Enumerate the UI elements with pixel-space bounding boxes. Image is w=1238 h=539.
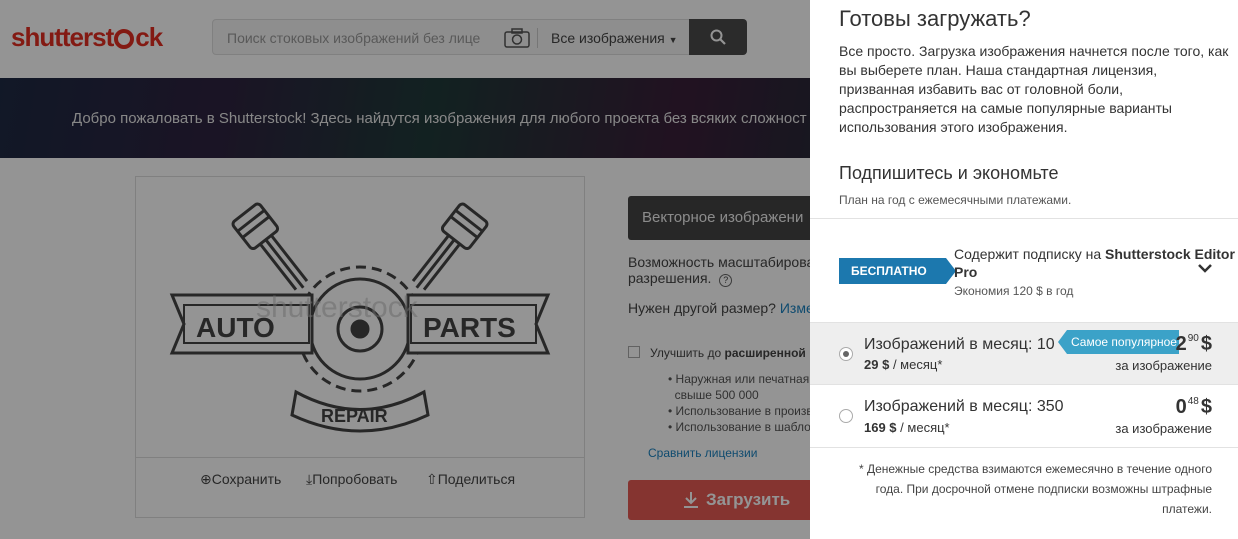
subscribe-title: Подпишитесь и экономьте: [839, 163, 1059, 183]
free-badge: БЕСПЛАТНО: [839, 258, 956, 284]
subscribe-note: План на год с ежемесячными платежами.: [839, 193, 1072, 207]
plan-radio-selected[interactable]: [839, 347, 853, 361]
modal-backdrop[interactable]: [0, 0, 810, 539]
plan-monthly-price: 169 $ / месяц*: [864, 420, 950, 435]
plan-option-350[interactable]: Изображений в месяц: 350 169 $ / месяц* …: [810, 384, 1238, 448]
plan-radio[interactable]: [839, 409, 853, 423]
plan-name: Изображений в месяц: 10: [864, 336, 1055, 353]
divider: [810, 218, 1238, 219]
panel-title: Готовы загружать?: [839, 6, 1031, 31]
panel-description: Все просто. Загрузка изображения начнетс…: [839, 43, 1229, 135]
plan-name: Изображений в месяц: 350: [864, 398, 1064, 415]
plan-option-10[interactable]: Изображений в месяц: 10 29 $ / месяц* Са…: [810, 322, 1238, 384]
per-image-price: 290 $: [1175, 333, 1212, 355]
billing-footnote: * Денежные средства взимаются ежемесячно…: [858, 462, 1212, 516]
per-image-label: за изображение: [1115, 421, 1212, 436]
editor-pro-info: Содержит подписку на Shutterstock Editor…: [954, 246, 1235, 280]
editor-savings: Экономия 120 $ в год: [954, 284, 1074, 298]
most-popular-badge: Самое популярное: [1058, 330, 1179, 354]
download-panel: Готовы загружать? Все просто. Загрузка и…: [810, 0, 1238, 539]
per-image-label: за изображение: [1115, 358, 1212, 373]
plan-monthly-price: 29 $ / месяц*: [864, 357, 943, 372]
per-image-price: 048 $: [1175, 396, 1212, 418]
chevron-down-icon[interactable]: [1198, 263, 1212, 273]
